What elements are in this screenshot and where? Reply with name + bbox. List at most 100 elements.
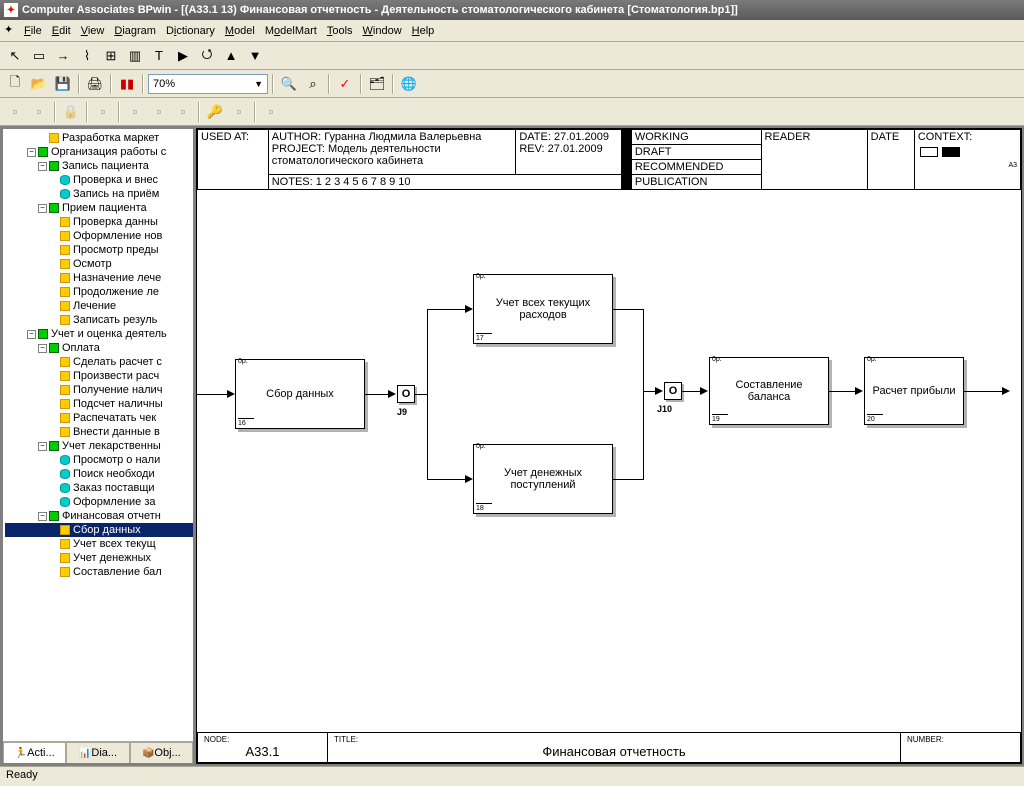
tab-activities[interactable]: 🏃 Acti... xyxy=(3,742,66,763)
tab-diagrams[interactable]: 📊 Dia... xyxy=(66,742,129,763)
junction-j9[interactable]: O xyxy=(397,385,415,403)
save-button[interactable]: 💾 xyxy=(52,73,74,95)
tree-node[interactable]: Сделать расчет с xyxy=(5,355,193,369)
menu-bar: ✦ File Edit View Diagram Dictionary Mode… xyxy=(0,20,1024,42)
activity-uchet-postupleniy[interactable]: 0р. Учет денежных поступлений 18 xyxy=(473,444,613,514)
arrow-tool[interactable]: → xyxy=(52,45,74,67)
new-button[interactable]: 🗋 xyxy=(4,73,26,95)
status-bar: Ready xyxy=(0,766,1024,786)
open-button[interactable]: 📂 xyxy=(28,73,50,95)
junction-j10[interactable]: O xyxy=(664,382,682,400)
tree-node[interactable]: Просмотр преды xyxy=(5,243,193,257)
title-bar: ✦ Computer Associates BPwin - [(A33.1 13… xyxy=(0,0,1024,20)
zoom-fit-button[interactable]: ⌕ xyxy=(302,73,324,95)
text-tool[interactable]: T xyxy=(148,45,170,67)
tree-node[interactable]: Распечатать чек xyxy=(5,411,193,425)
activity-pribyl[interactable]: 0р. Расчет прибыли 20 xyxy=(864,357,964,425)
tree-node[interactable]: Заказ поставщи xyxy=(5,481,193,495)
tree-node[interactable]: −Организация работы с xyxy=(5,145,193,159)
tree-node[interactable]: −Прием пациента xyxy=(5,201,193,215)
tree-node[interactable]: Проверка данны xyxy=(5,215,193,229)
decomposition-tool[interactable]: ▥ xyxy=(124,45,146,67)
print-button[interactable]: 🖨 xyxy=(84,73,106,95)
tree-node[interactable]: Произвести расч xyxy=(5,369,193,383)
mm-btn-7: ▫ xyxy=(172,101,194,123)
menu-help[interactable]: Help xyxy=(412,25,435,37)
diagram-footer: NODE: A33.1 TITLE: Финансовая отчетность… xyxy=(197,732,1021,763)
tree-node[interactable]: Учет всех текущ xyxy=(5,537,193,551)
menu-file[interactable]: File xyxy=(24,25,42,37)
tree-node[interactable]: Разработка маркет xyxy=(5,131,193,145)
activity-balans[interactable]: 0р. Составление баланса 19 xyxy=(709,357,829,425)
activity-tool[interactable]: ▭ xyxy=(28,45,50,67)
activity-uchet-rashodov[interactable]: 0р. Учет всех текущих расходов 17 xyxy=(473,274,613,344)
pointer-tool[interactable]: ↖ xyxy=(4,45,26,67)
status-text: Ready xyxy=(6,769,38,781)
toolbar-standard: 🗋 📂 💾 🖨 ▮▮ 70% ▼ 🔍 ⌕ ✓ 🗂 🌐 xyxy=(0,70,1024,98)
tree-node[interactable]: Продолжение ле xyxy=(5,285,193,299)
spellcheck-button[interactable]: ✓ xyxy=(334,73,356,95)
menu-tools[interactable]: Tools xyxy=(327,25,353,37)
menu-window[interactable]: Window xyxy=(363,25,402,37)
tree-node[interactable]: Получение налич xyxy=(5,383,193,397)
tree-node[interactable]: −Оплата xyxy=(5,341,193,355)
tree-node[interactable]: −Запись пациента xyxy=(5,159,193,173)
tree-node[interactable]: −Финансовая отчетн xyxy=(5,509,193,523)
tree-node[interactable]: Лечение xyxy=(5,299,193,313)
mm-btn-5: ▫ xyxy=(124,101,146,123)
external-ref-tool[interactable]: ⊞ xyxy=(100,45,122,67)
tree-node[interactable]: Поиск необходи xyxy=(5,467,193,481)
mm-btn-2: ▫ xyxy=(28,101,50,123)
squiggle-tool[interactable]: ⌇ xyxy=(76,45,98,67)
go-parent-tool[interactable]: ▶ xyxy=(172,45,194,67)
activity-sbor-dannyh[interactable]: 0р. Сбор данных 16 xyxy=(235,359,365,429)
window-title: Computer Associates BPwin - [(A33.1 13) … xyxy=(22,4,738,16)
mm-btn-8[interactable]: 🔑 xyxy=(204,101,226,123)
toolbar-modelmart: ▫ ▫ 🔒 ▫ ▫ ▫ ▫ 🔑 ▫ ▫ xyxy=(0,98,1024,126)
tree-node[interactable]: Оформление нов xyxy=(5,229,193,243)
tree-node[interactable]: −Учет лекарственны xyxy=(5,439,193,453)
tree-node[interactable]: Учет денежных xyxy=(5,551,193,565)
diagram-canvas[interactable]: USED AT: AUTHOR: Гуранна Людмила Валерье… xyxy=(196,128,1022,764)
tree-node[interactable]: Записать резуль xyxy=(5,313,193,327)
model-explorer: Разработка маркет−Организация работы с−З… xyxy=(2,128,194,764)
modelmart-button[interactable]: 🌐 xyxy=(398,73,420,95)
tree-node[interactable]: Подсчет наличны xyxy=(5,397,193,411)
tree-node[interactable]: Запись на приём xyxy=(5,187,193,201)
tree-node[interactable]: Осмотр xyxy=(5,257,193,271)
menu-dictionary[interactable]: Dictionary xyxy=(166,25,215,37)
menu-diagram[interactable]: Diagram xyxy=(114,25,156,37)
mm-btn-10: ▫ xyxy=(260,101,282,123)
mm-btn-6: ▫ xyxy=(148,101,170,123)
dropdown-arrow-icon: ▼ xyxy=(254,79,263,89)
tree-view[interactable]: Разработка маркет−Организация работы с−З… xyxy=(3,129,193,741)
up-tool[interactable]: ▲ xyxy=(220,45,242,67)
refresh-tool[interactable]: ⭯ xyxy=(196,45,218,67)
tab-objects[interactable]: 📦 Obj... xyxy=(130,742,193,763)
explorer-tabs: 🏃 Acti... 📊 Dia... 📦 Obj... xyxy=(3,741,193,763)
menu-model[interactable]: Model xyxy=(225,25,255,37)
tree-node[interactable]: Оформление за xyxy=(5,495,193,509)
zoom-in-button[interactable]: 🔍 xyxy=(278,73,300,95)
menu-view[interactable]: View xyxy=(81,25,105,37)
tree-node[interactable]: Сбор данных xyxy=(5,523,193,537)
menu-edit[interactable]: Edit xyxy=(52,25,71,37)
tree-node[interactable]: Проверка и внес xyxy=(5,173,193,187)
canvas-area: USED AT: AUTHOR: Гуранна Людмила Валерье… xyxy=(196,128,1022,764)
model-explorer-button[interactable]: 🗂 xyxy=(366,73,388,95)
app-icon: ✦ xyxy=(4,3,18,17)
menu-modelmart[interactable]: ModelMart xyxy=(265,25,317,37)
report-button[interactable]: ▮▮ xyxy=(116,73,138,95)
tree-node[interactable]: Составление бал xyxy=(5,565,193,579)
zoom-select[interactable]: 70% ▼ xyxy=(148,74,268,94)
mm-btn-4: ▫ xyxy=(92,101,114,123)
down-tool[interactable]: ▼ xyxy=(244,45,266,67)
mm-btn-1: ▫ xyxy=(4,101,26,123)
tree-node[interactable]: −Учет и оценка деятель xyxy=(5,327,193,341)
diagram-body[interactable]: 0р. Сбор данных 16 O J9 0р. У xyxy=(197,179,1021,728)
tree-node[interactable]: Назначение лече xyxy=(5,271,193,285)
tree-node[interactable]: Внести данные в xyxy=(5,425,193,439)
tree-node[interactable]: Просмотр о нали xyxy=(5,453,193,467)
toolbar-tools: ↖ ▭ → ⌇ ⊞ ▥ T ▶ ⭯ ▲ ▼ xyxy=(0,42,1024,70)
zoom-value: 70% xyxy=(153,78,175,90)
